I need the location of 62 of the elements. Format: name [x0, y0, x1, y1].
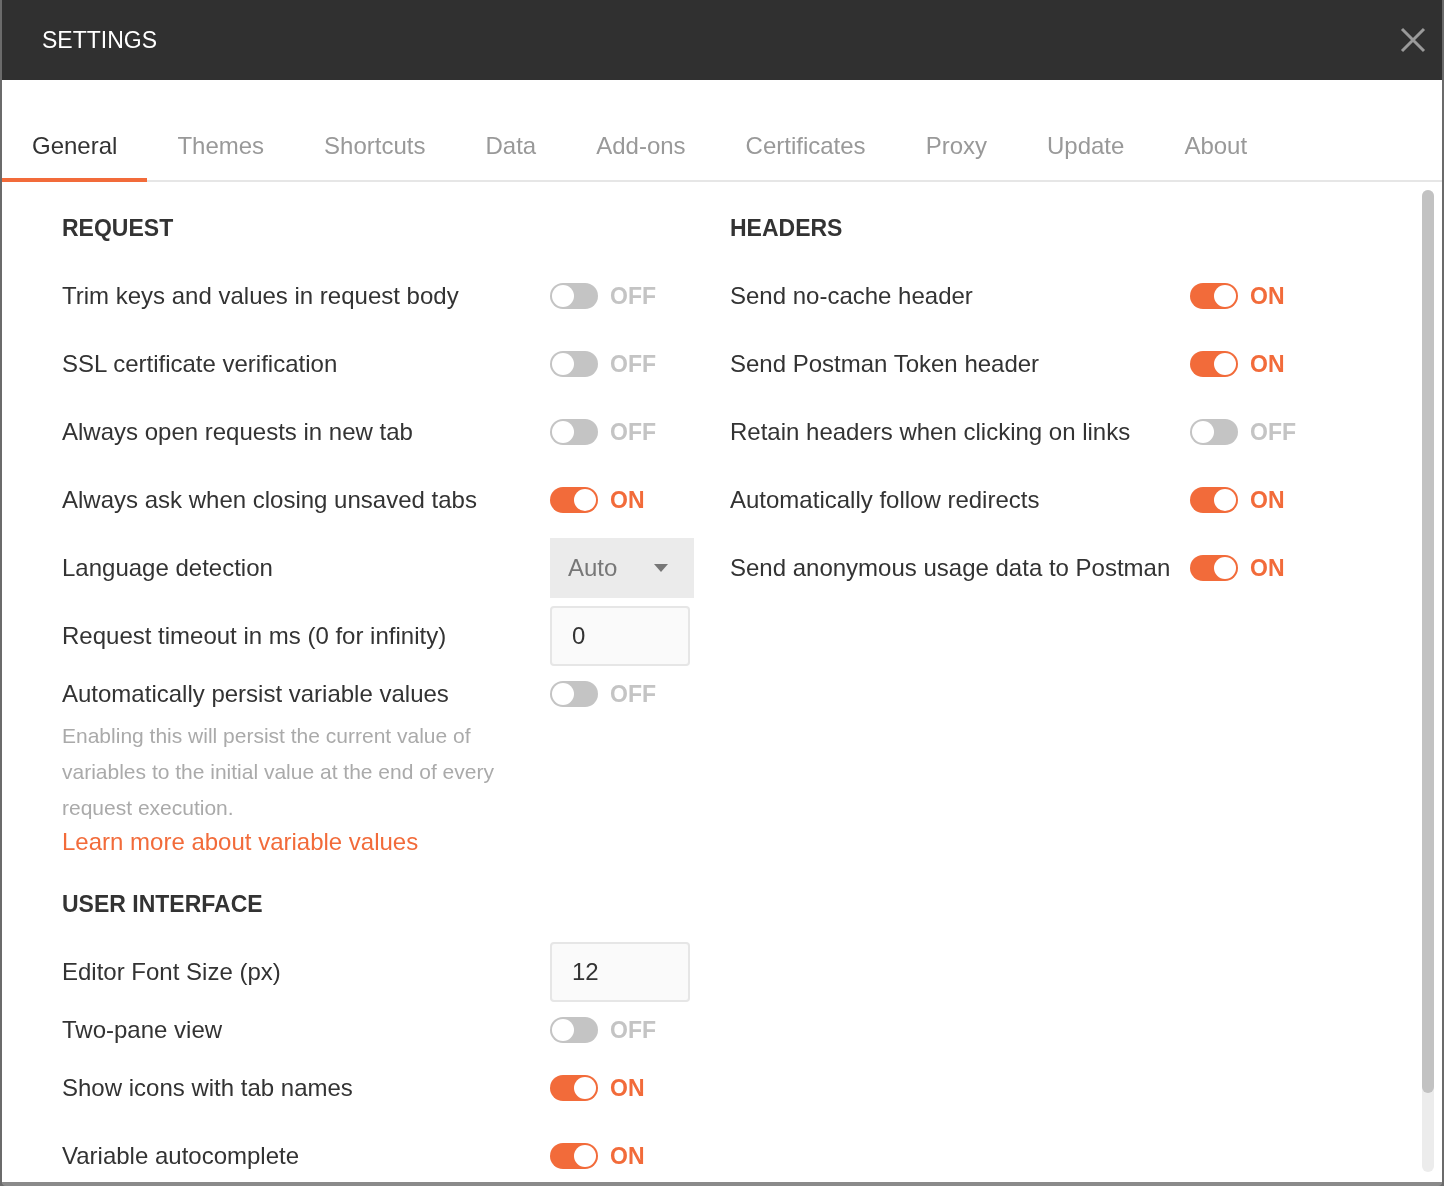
tab[interactable]: Data — [455, 110, 567, 182]
setting-label: Request timeout in ms (0 for infinity) — [62, 622, 447, 650]
tab[interactable]: About — [1154, 110, 1278, 182]
learn-more-link[interactable]: Learn more about variable values — [62, 828, 419, 856]
toggle-switch[interactable] — [1190, 487, 1238, 513]
toggle-state: ON — [1250, 282, 1285, 310]
input-field[interactable]: 0 — [550, 606, 690, 666]
caret-icon — [654, 564, 668, 572]
language-dropdown[interactable]: Auto — [550, 538, 694, 598]
section-heading: HEADERS — [730, 214, 844, 243]
tab[interactable]: General — [2, 110, 148, 182]
toggle-state: ON — [1250, 486, 1285, 514]
toggle-switch[interactable] — [1190, 555, 1238, 581]
setting-label: Automatically persist variable values — [62, 680, 449, 708]
setting-label: SSL certificate verification — [62, 350, 338, 378]
setting-label: Send anonymous usage data to Postman — [730, 554, 1171, 582]
toggle-state: ON — [1250, 554, 1285, 582]
input-field[interactable]: 12 — [550, 942, 690, 1002]
tab[interactable]: Themes — [147, 110, 295, 182]
section-heading: USER INTERFACE — [62, 890, 264, 919]
setting-label: Variable autocomplete — [62, 1142, 300, 1170]
toggle-state: ON — [610, 1074, 645, 1102]
toggle-switch[interactable] — [550, 419, 598, 445]
close-icon[interactable] — [1400, 27, 1426, 53]
toggle-switch[interactable] — [550, 283, 598, 309]
tab[interactable]: Shortcuts — [294, 110, 456, 182]
toggle-state: OFF — [610, 680, 656, 708]
toggle-state: OFF — [610, 1016, 656, 1044]
toggle-state: OFF — [610, 418, 656, 446]
tab[interactable]: Add-ons — [566, 110, 716, 182]
toggle-state: OFF — [610, 350, 656, 378]
toggle-state: OFF — [610, 282, 656, 310]
setting-label: Send Postman Token header — [730, 350, 1040, 378]
setting-label: Automatically follow redirects — [730, 486, 1040, 514]
toggle-switch[interactable] — [1190, 351, 1238, 377]
tab[interactable]: Proxy — [895, 110, 1017, 182]
toggle-switch[interactable] — [550, 681, 598, 707]
section-heading: REQUEST — [62, 214, 175, 243]
setting-label: Editor Font Size (px) — [62, 958, 281, 986]
toggle-state: ON — [610, 1142, 645, 1170]
toggle-switch[interactable] — [1190, 419, 1238, 445]
toggle-switch[interactable] — [550, 1143, 598, 1169]
setting-label: Always open requests in new tab — [62, 418, 413, 446]
setting-label: Retain headers when clicking on links — [730, 418, 1131, 446]
toggle-switch[interactable] — [550, 351, 598, 377]
setting-label: Always ask when closing unsaved tabs — [62, 486, 477, 514]
toggle-state: ON — [610, 486, 645, 514]
toggle-state: OFF — [1250, 418, 1296, 446]
setting-description: Enabling this will persist the current value of variables to the initial value at the end of every request execution. — [62, 723, 495, 821]
setting-label: Show icons with tab names — [62, 1074, 353, 1102]
toggle-switch[interactable] — [550, 1017, 598, 1043]
window-title: SETTINGS — [42, 26, 157, 54]
tab[interactable]: Certificates — [715, 110, 896, 182]
toggle-state: ON — [1250, 350, 1285, 378]
setting-label: Trim keys and values in request body — [62, 282, 459, 310]
setting-label: Language detection — [62, 554, 273, 582]
setting-label: Send no-cache header — [730, 282, 973, 310]
toggle-switch[interactable] — [1190, 283, 1238, 309]
toggle-switch[interactable] — [550, 487, 598, 513]
toggle-switch[interactable] — [550, 1075, 598, 1101]
setting-label: Two-pane view — [62, 1016, 223, 1044]
tab[interactable]: Update — [1017, 110, 1155, 182]
